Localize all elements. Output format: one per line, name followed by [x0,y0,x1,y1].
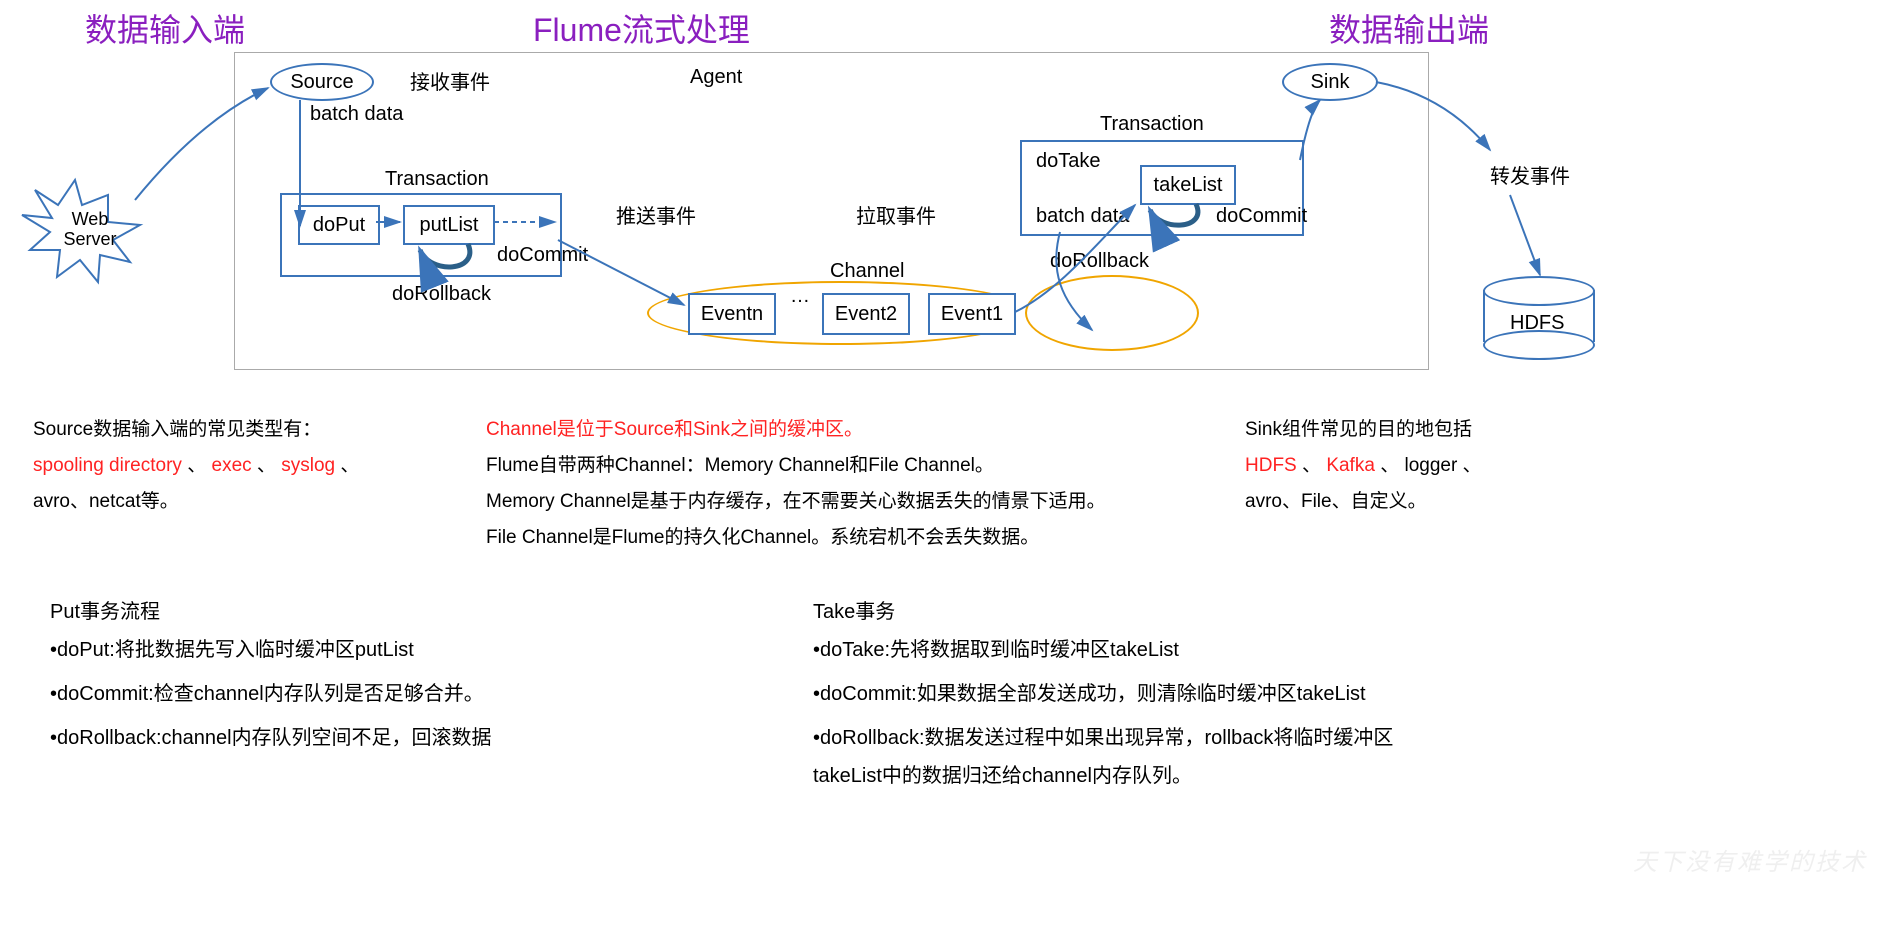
header-right: 数据输出端 [1329,5,1489,51]
sep4: 、 [1302,455,1321,476]
label-pullevent: 拉取事件 [856,200,936,229]
take-bullet-1: •doTake:先将数据取到临时缓冲区takeList [813,631,1433,669]
hdfs-label: HDFS [1510,312,1564,335]
label-recv-event: 接收事件 [410,66,490,95]
label-docommit1: doCommit [497,244,588,267]
take-section: Take事务 •doTake:先将数据取到临时缓冲区takeList •doCo… [813,593,1433,795]
sink-type-kafka: Kafka [1326,455,1375,476]
label-channel: Channel [830,260,905,283]
take-title: Take事务 [813,593,1433,631]
webserver-text: Web Server [63,210,116,250]
source-node: Source [270,63,374,101]
source-type-spooling: spooling directory [33,455,182,476]
sink-desc-line2: HDFS 、 Kafka 、 logger 、 [1245,448,1575,484]
takelist-box: takeList [1140,165,1236,205]
label-dotake: doTake [1036,150,1101,173]
sink-type-logger: 、 logger 、 [1380,455,1481,476]
sink-desc-line3: avro、File、自定义。 [1245,484,1575,520]
sink-type-hdfs: HDFS [1245,455,1297,476]
putlist-box: putList [403,205,495,245]
event1-box: Event1 [928,293,1016,335]
event2-box: Event2 [822,293,910,335]
label-batchdata1: batch data [310,103,403,126]
label-agent: Agent [690,66,742,89]
take-bullet-3: •doRollback:数据发送过程中如果出现异常，rollback将临时缓冲区… [813,719,1433,795]
eventn-box: Eventn [688,293,776,335]
ellipsis: … [790,285,810,308]
channel-ellipse-right [1025,275,1199,351]
label-docommit2: doCommit [1216,205,1307,228]
label-pushevent: 推送事件 [616,200,696,229]
put-bullet-1: •doPut:将批数据先写入临时缓冲区putList [50,631,570,669]
label-batchdata2: batch data [1036,205,1129,228]
channel-desc-line3: Memory Channel是基于内存缓存，在不需要关心数据丢失的情景下适用。 [486,484,1226,520]
take-bullet-2: •doCommit:如果数据全部发送成功，则清除临时缓冲区takeList [813,675,1433,713]
sep3: 、 [340,455,359,476]
source-desc: Source数据输入端的常见类型有： spooling directory 、 … [33,412,463,520]
put-bullet-3: •doRollback:channel内存队列空间不足，回滚数据 [50,719,570,757]
header-center: Flume流式处理 [533,5,750,51]
sep1: 、 [187,455,206,476]
source-desc-line2: spooling directory 、 exec 、 syslog 、 [33,448,463,484]
source-desc-line1: Source数据输入端的常见类型有： [33,412,463,448]
source-desc-line3: avro、netcat等。 [33,484,463,520]
put-title: Put事务流程 [50,593,570,631]
webserver-star-label: Web Server [55,205,125,255]
label-dorollback2: doRollback [1050,250,1149,273]
source-type-exec: exec [212,455,252,476]
sink-node: Sink [1282,63,1378,101]
channel-desc-line2: Flume自带两种Channel：Memory Channel和File Cha… [486,448,1226,484]
label-dorollback1: doRollback [392,283,491,306]
watermark: 天下没有难学的技术 [1633,842,1867,877]
doput-box: doPut [298,205,380,245]
label-txn2: Transaction [1100,113,1204,136]
label-forward-event: 转发事件 [1490,160,1570,189]
source-type-syslog: syslog [281,455,335,476]
put-bullet-2: •doCommit:检查channel内存队列是否足够合并。 [50,675,570,713]
channel-desc-line1: Channel是位于Source和Sink之间的缓冲区。 [486,412,1226,448]
header-left: 数据输入端 [85,5,245,51]
sink-desc-line1: Sink组件常见的目的地包括 [1245,412,1575,448]
channel-desc-line4: File Channel是Flume的持久化Channel。系统宕机不会丢失数据… [486,520,1226,556]
sep2: 、 [257,455,276,476]
put-section: Put事务流程 •doPut:将批数据先写入临时缓冲区putList •doCo… [50,593,570,757]
label-txn1: Transaction [385,168,489,191]
channel-desc: Channel是位于Source和Sink之间的缓冲区。 Flume自带两种Ch… [486,412,1226,556]
sink-desc: Sink组件常见的目的地包括 HDFS 、 Kafka 、 logger 、 a… [1245,412,1575,520]
